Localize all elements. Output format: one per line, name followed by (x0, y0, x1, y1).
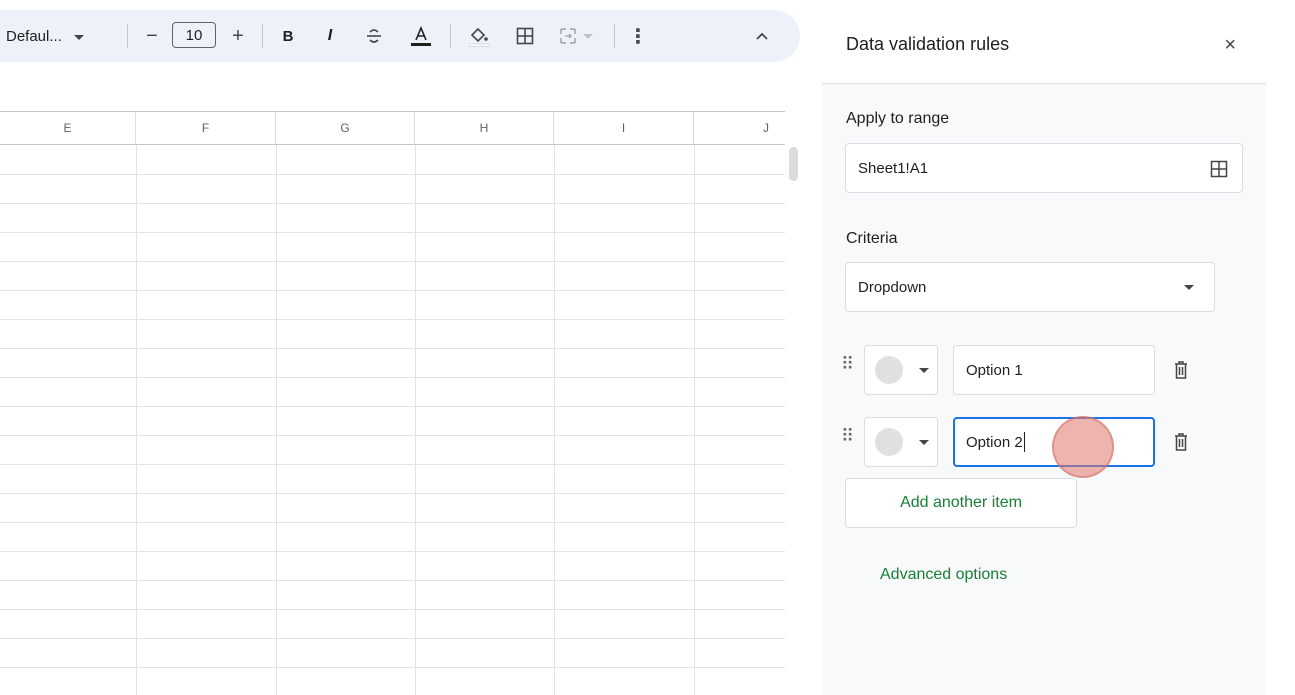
click-indicator (1052, 416, 1114, 478)
advanced-options-link[interactable]: Advanced options (880, 566, 1007, 584)
chevron-down-icon (583, 33, 593, 39)
decrease-font-size-button[interactable]: − (140, 10, 164, 62)
font-family-label: Defaul... (6, 27, 62, 45)
spreadsheet-grid[interactable] (0, 62, 800, 695)
grid-row-line (0, 203, 785, 204)
select-range-icon[interactable] (1210, 160, 1228, 178)
drag-handle-icon[interactable]: ⠿ (841, 427, 855, 445)
strikethrough-icon (367, 29, 381, 43)
text-color-icon (411, 25, 431, 46)
criteria-label: Criteria (846, 230, 898, 247)
chevron-up-icon (756, 32, 768, 40)
item-value: Option 1 (966, 361, 1023, 379)
grid-row-line (0, 667, 785, 668)
toolbar-divider (262, 24, 263, 48)
text-color-button[interactable] (406, 10, 436, 62)
column-header-f[interactable]: F (136, 112, 276, 144)
panel-header: Data validation rules × (822, 12, 1266, 84)
grid-column-line (415, 145, 416, 695)
borders-icon (516, 27, 534, 45)
grid-row-line (0, 290, 785, 291)
collapse-toolbar-button[interactable] (750, 10, 774, 62)
borders-button[interactable] (510, 10, 540, 62)
panel-title: Data validation rules (846, 34, 1010, 54)
criteria-value: Dropdown (858, 278, 927, 296)
chevron-down-icon (919, 440, 929, 445)
grid-row-line (0, 522, 785, 523)
text-cursor (1023, 432, 1025, 452)
font-size-input[interactable]: 10 (172, 22, 216, 48)
range-value: Sheet1!A1 (858, 159, 929, 177)
toolbar-divider (127, 24, 128, 48)
color-swatch (875, 356, 903, 384)
vertical-scrollbar-thumb[interactable] (789, 147, 798, 181)
grid-row-line (0, 551, 785, 552)
grid-column-line (694, 145, 695, 695)
toolbar-divider (450, 24, 451, 48)
grid-row-line (0, 174, 785, 175)
bold-button[interactable]: B (276, 10, 300, 62)
item-value-input[interactable]: Option 1 (953, 345, 1155, 395)
grid-row-line (0, 580, 785, 581)
grid-row-line (0, 638, 785, 639)
grid-row-line (0, 377, 785, 378)
strikethrough-button[interactable] (360, 10, 388, 62)
more-options-button[interactable]: ⋮ (628, 10, 648, 62)
increase-font-size-button[interactable]: + (226, 10, 250, 62)
grid-row-line (0, 261, 785, 262)
column-header-g[interactable]: G (276, 112, 415, 144)
grid-row-line (0, 435, 785, 436)
column-header-row: E F G H I J (0, 111, 785, 145)
merge-cells-icon (560, 28, 576, 44)
drag-handle-icon[interactable]: ⠿ (841, 355, 855, 373)
item-color-picker[interactable] (864, 345, 938, 395)
close-icon[interactable]: × (1224, 34, 1236, 57)
grid-column-line (276, 145, 277, 695)
italic-button[interactable]: I (318, 10, 342, 62)
item-value: Option 2 (966, 433, 1023, 451)
chevron-down-icon (73, 34, 84, 40)
paint-bucket-icon (468, 27, 490, 47)
color-swatch (875, 428, 903, 456)
grid-row-line (0, 319, 785, 320)
grid-column-line (136, 145, 137, 695)
column-header-i[interactable]: I (554, 112, 694, 144)
grid-row-line (0, 232, 785, 233)
apply-to-range-label: Apply to range (846, 110, 950, 127)
grid-row-line (0, 464, 785, 465)
column-header-j[interactable]: J (694, 112, 785, 144)
fill-color-button[interactable] (464, 10, 494, 62)
grid-row-line (0, 609, 785, 610)
grid-row-line (0, 406, 785, 407)
chevron-down-icon (1184, 285, 1194, 290)
chevron-down-icon (919, 368, 929, 373)
trash-icon[interactable] (1174, 432, 1188, 452)
column-header-e[interactable]: E (0, 112, 136, 144)
merge-cells-button[interactable] (554, 10, 598, 62)
trash-icon[interactable] (1174, 360, 1188, 380)
criteria-select[interactable]: Dropdown (845, 262, 1215, 312)
formatting-toolbar: Defaul... − 10 + B I ⋮ (0, 10, 800, 62)
toolbar-divider (614, 24, 615, 48)
grid-column-line (554, 145, 555, 695)
grid-row-line (0, 348, 785, 349)
range-input[interactable]: Sheet1!A1 (845, 143, 1243, 193)
item-color-picker[interactable] (864, 417, 938, 467)
column-header-h[interactable]: H (415, 112, 554, 144)
font-family-select[interactable]: Defaul... (6, 10, 102, 62)
grid-row-line (0, 493, 785, 494)
add-another-item-button[interactable]: Add another item (845, 478, 1077, 528)
